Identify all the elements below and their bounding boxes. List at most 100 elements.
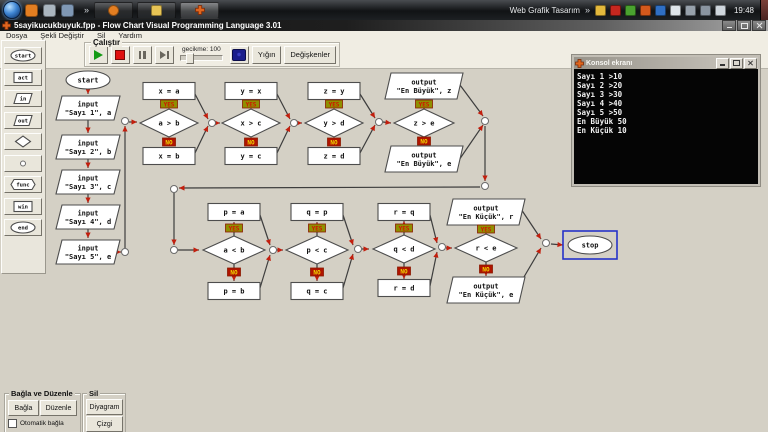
delay-label: gecikme: 100 xyxy=(182,45,221,53)
connector[interactable] xyxy=(481,117,489,125)
menu-2[interactable]: Sil xyxy=(97,31,105,40)
palette-decision-button[interactable] xyxy=(4,133,42,150)
node-label: z > e xyxy=(413,120,434,128)
console-window-button[interactable] xyxy=(229,45,249,64)
palette-out-button[interactable]: out xyxy=(4,111,42,129)
stack-button[interactable]: Yığın xyxy=(251,45,282,64)
update-icon[interactable] xyxy=(624,4,636,16)
network-icon[interactable] xyxy=(699,4,711,16)
maximize-button[interactable] xyxy=(737,20,751,31)
connector[interactable] xyxy=(170,246,178,254)
show-desktop-icon[interactable] xyxy=(43,3,56,17)
flow-arrow xyxy=(265,238,271,245)
console-close-button[interactable] xyxy=(744,57,757,69)
delete-diagram-button[interactable]: Diyagram xyxy=(86,399,123,415)
window-switcher-icon[interactable] xyxy=(61,3,74,17)
branch-label-text: YES xyxy=(419,101,430,108)
connector[interactable] xyxy=(121,117,129,125)
node-label: x = b xyxy=(158,153,179,161)
node-label: z = y xyxy=(323,88,345,96)
branch-label-text: YES xyxy=(246,101,257,108)
palette-in-button[interactable]: in xyxy=(4,90,42,107)
out-shape-icon: out xyxy=(13,114,33,126)
play-icon xyxy=(93,49,103,60)
connector[interactable] xyxy=(290,119,298,127)
start-button[interactable] xyxy=(3,1,21,19)
firefox-icon[interactable] xyxy=(25,3,38,17)
func-shape-icon: func xyxy=(10,178,36,191)
connector[interactable] xyxy=(481,182,489,190)
menu-0[interactable]: Dosya xyxy=(6,31,27,40)
show-desktop-button[interactable] xyxy=(760,0,768,20)
connector[interactable] xyxy=(269,246,277,254)
speaker-icon[interactable] xyxy=(714,4,726,16)
delete-group-label: Sil xyxy=(87,389,101,398)
quick-launch-area xyxy=(25,3,79,17)
connector[interactable] xyxy=(208,119,216,127)
flow-arrow xyxy=(193,247,199,253)
adobe-icon[interactable] xyxy=(609,4,621,16)
cross-icon xyxy=(2,21,11,30)
console-maximize-button[interactable] xyxy=(730,57,743,69)
connector-shape-icon xyxy=(20,160,26,166)
palette-func-button[interactable]: func xyxy=(4,176,42,193)
auto-connect-label: Otomatik bağla xyxy=(20,420,64,427)
connector[interactable] xyxy=(354,245,362,253)
delay-slider-thumb[interactable] xyxy=(185,52,194,64)
taskbar: » Web Grafik Tasarım » 19:48 xyxy=(0,0,768,20)
palette-start-button[interactable]: start xyxy=(4,47,42,64)
node-label: q = p xyxy=(306,209,327,217)
window-tray-icon[interactable] xyxy=(684,4,696,16)
close-button[interactable] xyxy=(752,20,766,31)
console-title: Konsol ekranı xyxy=(586,59,633,67)
console-titlebar[interactable]: Konsol ekranı xyxy=(574,57,758,69)
node-label: r = d xyxy=(393,285,414,293)
tray-overflow-chevron[interactable]: » xyxy=(585,5,590,15)
menu-1[interactable]: Şekli Değiştir xyxy=(40,31,84,40)
delete-line-button[interactable]: Çizgi xyxy=(86,416,123,432)
auto-connect-checkbox[interactable] xyxy=(8,419,17,428)
palette-end-button[interactable]: end xyxy=(4,219,42,236)
connect-button[interactable]: Bağla xyxy=(8,400,39,416)
flow-line xyxy=(456,80,484,117)
console-window-icon xyxy=(232,48,247,61)
connector[interactable] xyxy=(121,248,129,256)
flowchart-tray-icon[interactable] xyxy=(639,4,651,16)
node-label: start xyxy=(15,53,32,59)
win-shape-icon: win xyxy=(13,200,33,212)
console-minimize-button[interactable] xyxy=(716,57,729,69)
console-window[interactable]: Konsol ekranı Sayı 1 >10 Sayı 2 >20 Sayı 3… xyxy=(572,55,760,186)
branch-label-text: NO xyxy=(420,138,428,145)
variables-button[interactable]: Değişkenler xyxy=(284,45,336,64)
taskbar-app-flowchart[interactable] xyxy=(180,1,220,19)
palette-connector-button[interactable] xyxy=(4,154,42,172)
stop-button[interactable] xyxy=(110,45,130,64)
end-shape-icon: end xyxy=(10,221,36,234)
branch-label-text: NO xyxy=(330,139,338,146)
taskbar-window-label[interactable]: Web Grafik Tasarım xyxy=(510,6,580,15)
connector[interactable] xyxy=(438,243,446,251)
connector[interactable] xyxy=(170,185,178,193)
flag-icon[interactable] xyxy=(669,4,681,16)
edit-button[interactable]: Düzenle xyxy=(40,400,77,416)
step-button[interactable] xyxy=(154,45,174,64)
taskbar-app-firefox[interactable] xyxy=(94,1,134,19)
taskbar-tray-area: Web Grafik Tasarım » 19:48 xyxy=(510,0,768,20)
menu-3[interactable]: Yardım xyxy=(118,31,142,40)
palette-win-button[interactable]: win xyxy=(4,197,42,215)
flow-line xyxy=(178,186,481,189)
minimize-button[interactable] xyxy=(722,20,736,31)
palette-act-button[interactable]: act xyxy=(4,68,42,86)
quicklaunch-overflow-chevron[interactable]: » xyxy=(84,5,89,15)
chat-icon[interactable] xyxy=(594,4,606,16)
node-label: x = a xyxy=(158,88,179,96)
pause-button[interactable] xyxy=(132,45,152,64)
taskbar-app-explorer[interactable] xyxy=(137,1,177,19)
node-label: q = c xyxy=(306,288,327,296)
node-label: in xyxy=(20,96,27,102)
media-player-icon[interactable] xyxy=(654,4,666,16)
run-button[interactable] xyxy=(89,45,108,64)
delay-slider[interactable] xyxy=(179,52,223,64)
connector[interactable] xyxy=(542,239,550,247)
connector[interactable] xyxy=(375,118,383,126)
